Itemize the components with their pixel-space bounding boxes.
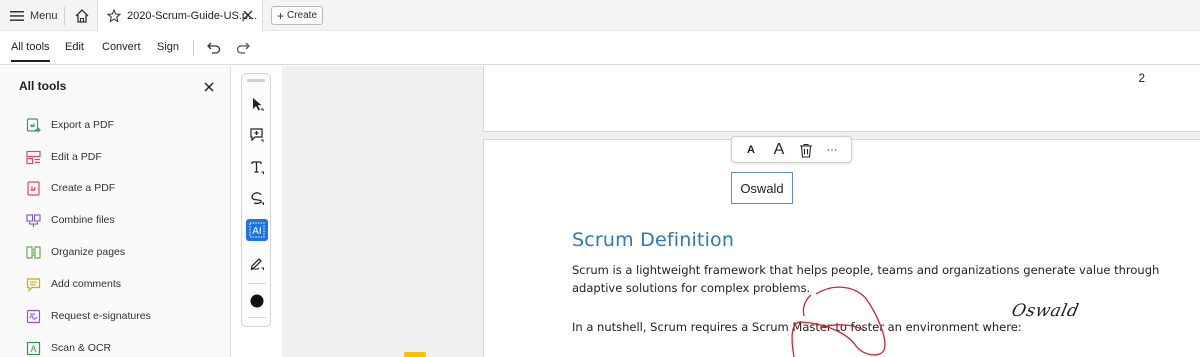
pdf-page-1: 2 [483, 66, 1200, 132]
edit-pdf-icon [26, 150, 41, 164]
panel-title: All tools [19, 79, 67, 93]
home-icon [75, 9, 89, 23]
menu-button[interactable]: Menu [10, 7, 58, 25]
paragraph-line: In a nutshell, Scrum requires a Scrum Ma… [572, 320, 1022, 334]
menu-convert[interactable]: Convert [102, 41, 141, 53]
sign-icon [250, 258, 264, 271]
request-esignatures-icon [26, 309, 41, 323]
tool-label: Export a PDF [51, 119, 115, 131]
decrease-font-button[interactable]: A [744, 141, 758, 159]
menu-edit[interactable]: Edit [65, 41, 84, 53]
menu-sign[interactable]: Sign [157, 41, 179, 53]
create-pdf-icon [27, 180, 40, 196]
close-panel-icon[interactable] [204, 82, 214, 92]
page-number: 2 [1138, 71, 1145, 85]
tool-combine-files[interactable]: Combine files [26, 211, 115, 229]
tool-create-pdf[interactable]: Create a PDF [26, 179, 115, 197]
sign-tool-button[interactable] [246, 252, 268, 274]
add-text-button[interactable] [246, 156, 268, 178]
text-annotation-box[interactable]: Oswald [731, 172, 793, 204]
svg-text:AI: AI [252, 226, 261, 237]
delete-button[interactable] [798, 141, 814, 159]
menu-bar: All tools Edit Convert Sign [0, 31, 1200, 65]
add-text-icon [251, 161, 264, 174]
paragraph-line: adaptive solutions for complex problems. [572, 281, 811, 295]
text-select-tool-button[interactable]: AI [246, 219, 268, 241]
hamburger-icon [10, 11, 24, 21]
highlight-marker [404, 352, 426, 357]
handwritten-signature: Oswald [1009, 301, 1081, 321]
tool-label: Organize pages [51, 246, 126, 258]
organize-pages-icon [26, 245, 41, 259]
tool-scan-ocr[interactable]: A Scan & OCR [26, 339, 111, 357]
create-button[interactable]: + Create [271, 6, 323, 25]
color-icon [250, 294, 264, 308]
menu-label: Menu [30, 10, 58, 22]
svg-text:A: A [30, 344, 36, 354]
draw-tool-button[interactable] [246, 187, 268, 209]
quick-tools-toolbar: AI [241, 73, 271, 327]
export-pdf-icon [26, 117, 41, 132]
create-label: Create [287, 10, 318, 21]
toolbar-divider [248, 317, 266, 318]
tool-label: Add comments [51, 278, 122, 290]
draw-icon [251, 192, 264, 205]
scan-ocr-icon: A [26, 341, 41, 355]
add-comments-icon [26, 277, 41, 292]
close-tab-icon[interactable] [242, 9, 254, 21]
trash-icon [800, 143, 812, 158]
divider [64, 7, 65, 25]
increase-font-button[interactable]: A [770, 141, 788, 159]
tool-add-comments[interactable]: Add comments [26, 275, 121, 293]
select-tool-button[interactable] [246, 93, 268, 115]
text-select-icon: AI [249, 222, 265, 238]
document-tab[interactable]: 2020-Scrum-Guide-US.p... [97, 0, 263, 31]
tool-label: Create a PDF [51, 182, 116, 194]
add-comment-button[interactable] [246, 124, 268, 146]
tool-request-esignatures[interactable]: Request e-signatures [26, 307, 151, 325]
more-options-button[interactable]: ··· [824, 141, 840, 159]
redo-icon[interactable] [235, 40, 251, 54]
tool-organize-pages[interactable]: Organize pages [26, 243, 125, 261]
menu-all-tools[interactable]: All tools [11, 41, 50, 62]
combine-files-icon [26, 213, 41, 227]
toolbar-divider [248, 283, 266, 284]
home-button[interactable] [72, 6, 92, 26]
tool-label: Request e-signatures [51, 310, 151, 322]
tool-label: Scan & OCR [51, 342, 112, 354]
divider [193, 40, 194, 56]
top-tab-bar: Menu 2020-Scrum-Guide-US.p... + Create [0, 0, 1200, 31]
undo-icon[interactable] [206, 40, 222, 54]
document-tab-title: 2020-Scrum-Guide-US.p... [127, 9, 258, 22]
color-picker-button[interactable] [246, 290, 268, 312]
tool-label: Combine files [51, 214, 115, 226]
plus-icon: + [276, 8, 284, 23]
text-format-bar: A A ··· [731, 136, 852, 163]
tool-label: Edit a PDF [51, 151, 102, 163]
all-tools-panel: All tools Export a PDF Edit a PDF Create… [0, 66, 231, 357]
tool-edit-pdf[interactable]: Edit a PDF [26, 148, 102, 166]
star-icon[interactable] [107, 8, 121, 23]
tool-export-pdf[interactable]: Export a PDF [26, 116, 114, 134]
drag-handle[interactable] [247, 79, 265, 82]
select-icon [253, 98, 264, 111]
paragraph-line: Scrum is a lightweight framework that he… [572, 263, 1160, 277]
add-comment-icon [250, 128, 264, 142]
section-heading: Scrum Definition [572, 229, 735, 251]
